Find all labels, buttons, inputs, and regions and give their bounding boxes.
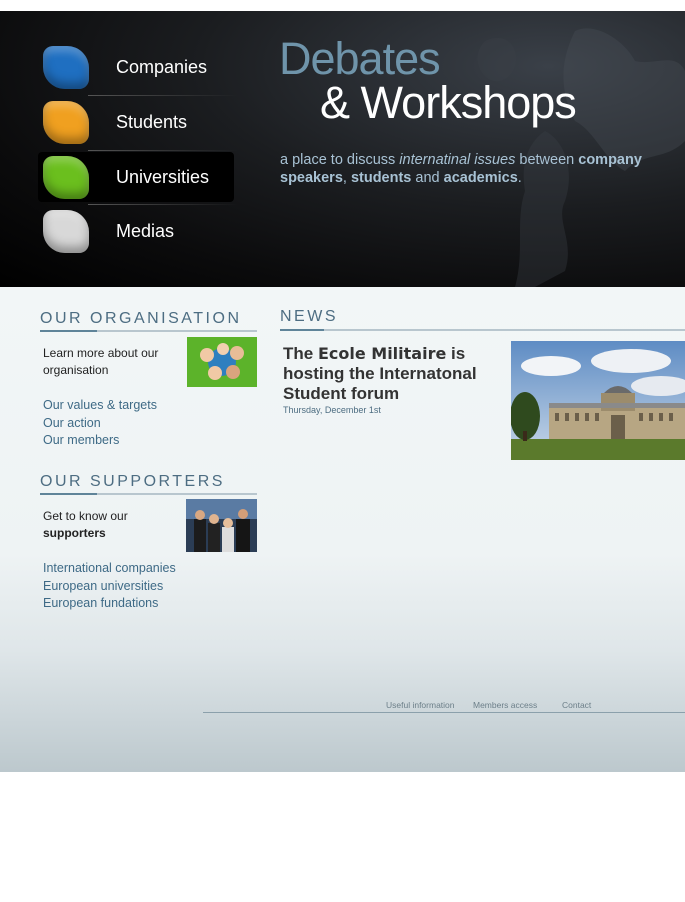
supporters-intro-text: Get to know our <box>43 509 128 523</box>
nav-item-universities[interactable]: Universities <box>38 152 234 202</box>
news-date: Thursday, December 1st <box>283 405 381 415</box>
supporters-title: OUR SUPPORTERS <box>40 473 225 490</box>
section-divider <box>40 330 257 332</box>
tagline-emphasis: internatinal issues <box>399 152 516 168</box>
ecole-militaire-image <box>511 341 685 460</box>
supporters-intro[interactable]: Get to know our supporters <box>43 508 173 542</box>
news-photo[interactable] <box>511 341 685 460</box>
tagline-text: . <box>517 170 522 186</box>
organisation-intro[interactable]: Learn more about our organisation <box>43 345 173 379</box>
universities-icon <box>43 155 89 199</box>
headline-text: The <box>283 344 318 363</box>
supporters-thumbnail[interactable] <box>186 499 257 552</box>
link-european-universities[interactable]: European universities <box>43 578 176 596</box>
nav-label: Universities <box>116 166 210 187</box>
footer-divider <box>203 712 685 713</box>
nav-separator <box>88 95 238 96</box>
tagline-text: , <box>342 170 351 186</box>
hero-tagline: a place to discuss internatinal issues b… <box>280 151 660 187</box>
organisation-thumbnail[interactable] <box>187 337 257 387</box>
news-title: NEWS <box>280 308 338 325</box>
footer-link-contact[interactable]: Contact <box>562 700 591 710</box>
nav-item-students[interactable]: Students <box>38 97 234 147</box>
nav-item-medias[interactable]: Medias <box>38 206 234 256</box>
section-divider <box>40 493 257 495</box>
link-european-fundations[interactable]: European fundations <box>43 595 176 613</box>
header-banner: Companies Students Universities Medias D… <box>0 11 685 287</box>
nav-separator <box>88 150 238 151</box>
news-headline[interactable]: The Ecole Militaire is hosting the Inter… <box>283 344 503 404</box>
tagline-text: a place to discuss <box>280 152 400 168</box>
nav-label: Medias <box>116 220 175 241</box>
organisation-links: Our values & targets Our action Our memb… <box>43 397 157 450</box>
nav-label: Students <box>116 111 188 132</box>
link-international-companies[interactable]: International companies <box>43 560 176 578</box>
link-our-action[interactable]: Our action <box>43 415 157 433</box>
tagline-bold: students <box>350 170 412 186</box>
tagline-bold: academics <box>443 170 518 186</box>
world-map-decoration <box>477 28 685 287</box>
business-people-image <box>186 499 257 552</box>
nav-item-companies[interactable]: Companies <box>38 42 234 92</box>
hero-title-line2: & Workshops <box>320 77 577 128</box>
supporters-intro-bold: supporters <box>43 526 106 540</box>
nav-separator <box>88 204 238 205</box>
medias-icon <box>43 209 89 253</box>
students-icon <box>43 100 89 144</box>
students-group-image <box>187 337 257 387</box>
companies-icon <box>43 45 89 89</box>
section-divider <box>280 329 685 331</box>
link-values-targets[interactable]: Our values & targets <box>43 397 157 415</box>
headline-emphasis: Ecole Militaire <box>317 344 447 363</box>
tagline-text: between <box>515 152 579 168</box>
organisation-title: OUR ORGANISATION <box>40 310 242 327</box>
footer-link-members-access[interactable]: Members access <box>473 700 537 710</box>
supporters-links: International companies European univers… <box>43 560 176 613</box>
nav-label: Companies <box>116 56 208 77</box>
footer-link-useful-information[interactable]: Useful information <box>386 700 455 710</box>
link-our-members[interactable]: Our members <box>43 432 157 450</box>
tagline-text: and <box>411 170 444 186</box>
